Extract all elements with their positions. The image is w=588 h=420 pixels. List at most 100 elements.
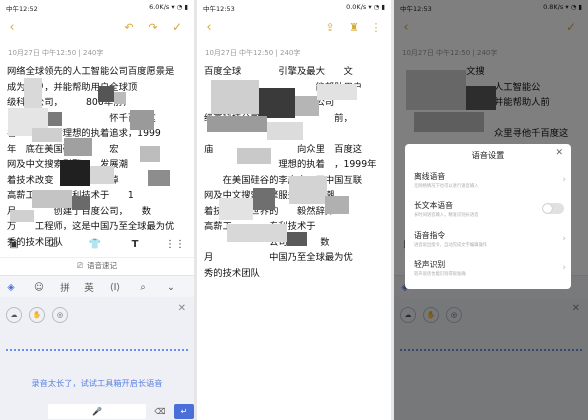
redaction-mosaic <box>24 78 42 108</box>
cloud-icon[interactable]: ☁ <box>6 307 22 323</box>
long-text-toggle[interactable] <box>542 203 564 214</box>
redaction-mosaic <box>259 88 295 118</box>
editor-toolbar: ‹ ↶ ↷ ✓ <box>0 14 194 42</box>
redaction-mosaic <box>32 128 62 142</box>
option-desc: 轻声说话也能识别得很准确 <box>414 272 466 277</box>
voice-wave-icon[interactable]: ⋮⋮ <box>165 236 185 252</box>
screen-note-editor-voice: 中午12:52 6.0K/s ▾ ◔ ▮ ‹ ↶ ↷ ✓ 10月27日 中午12… <box>0 0 194 420</box>
option-offline-voice[interactable]: 离线语音 无网络情况下也可以进行语音输入 › <box>414 171 566 197</box>
note-date: 10月27日 中午12:50 | 240字 <box>8 49 104 57</box>
back-icon[interactable]: ‹ <box>203 20 215 35</box>
option-desc: 长时间语音输入，精准识别长语音 <box>414 213 479 218</box>
screen-note-converted: 中午12:53 0.0K/s ▾ ◔ ▮ ‹ ⇪ ♜ ⋮ 10月27日 中午12… <box>197 0 391 420</box>
note-line: 万 工程师，这是中国乃至全球最为优 <box>7 221 175 232</box>
cursor-move-icon[interactable]: ⟨I⟩ <box>106 279 124 295</box>
image-icon[interactable]: ▣ <box>5 236 23 252</box>
redaction-mosaic <box>287 232 307 246</box>
ime-toolbar: ◈ ☺ 拼 英 ⟨I⟩ ⌕ ⌄ <box>0 275 194 297</box>
redaction-mosaic <box>148 170 170 186</box>
note-line: 庙 向众里 百度这 <box>204 143 363 155</box>
redaction-mosaic <box>64 138 92 156</box>
redaction-mosaic <box>48 112 62 126</box>
status-network: 6.0K/s ▾ ◔ ▮ <box>149 3 188 11</box>
option-title: 轻声识别 <box>414 260 446 269</box>
format-toolbar: ▣ ☑ 👕 T ⋮⋮ <box>0 236 194 252</box>
redaction-mosaic <box>207 116 267 132</box>
voice-note-tag[interactable]: ⎚ 语音速记 <box>0 257 194 271</box>
undo-icon[interactable]: ↶ <box>122 20 136 34</box>
voice-settings-dialog: 语音设置 ✕ 离线语音 无网络情况下也可以进行语音输入 › 长文本语音 长时间语… <box>405 144 571 289</box>
note-line: 年 底在美国硅谷 宏 <box>7 143 119 155</box>
back-icon[interactable]: ‹ <box>6 20 18 35</box>
note-line: 月 中国乃至全球最为优 <box>204 252 353 263</box>
search-icon[interactable]: ⌕ <box>134 279 152 295</box>
keyboard-bottom-row: 🎤 ⌫ ↵ <box>0 403 194 420</box>
voice-waveform <box>6 349 188 351</box>
ime-english-key[interactable]: 英 <box>80 279 98 295</box>
voice-keyboard: ☁ ✋ ◎ ✕ 录音太长了，试试工具箱开启长语音 🎤 ⌫ ↵ <box>0 297 194 420</box>
status-bar: 中午12:52 6.0K/s ▾ ◔ ▮ <box>0 0 194 13</box>
share-icon[interactable]: ⇪ <box>323 20 337 34</box>
skin-shirt-icon[interactable]: 👕 <box>86 236 104 252</box>
redaction-mosaic <box>60 160 90 186</box>
option-desc: 语音说出指令，自动完成文字编辑操作 <box>414 243 488 248</box>
toggle-knob <box>543 204 552 213</box>
note-line: 百度全球 引擎及最大 文 <box>204 66 353 77</box>
note-line: 秀的技术团队 <box>204 267 260 279</box>
collapse-keyboard-icon[interactable]: ⌄ <box>162 279 180 295</box>
chevron-right-icon: › <box>562 234 566 244</box>
option-long-text-voice[interactable]: 长文本语音 长时间语音输入，精准识别长语音 <box>414 200 564 226</box>
voice-tip: 录音太长了，试试工具箱开启长语音 <box>31 378 163 388</box>
chevron-right-icon: › <box>562 175 566 185</box>
redo-icon[interactable]: ↷ <box>146 20 160 34</box>
redaction-mosaic <box>114 92 126 104</box>
emoji-icon[interactable]: ☺ <box>30 279 48 295</box>
redaction-mosaic <box>219 198 253 220</box>
more-icon[interactable]: ⋮ <box>369 20 383 34</box>
redaction-mosaic <box>267 122 303 140</box>
redaction-mosaic <box>289 176 327 204</box>
screen-voice-settings: 中午12:53 0.8K/s ▾ ◔ ▮ ‹ ✓ 10月27日 中午12:50 … <box>394 0 588 420</box>
redaction-mosaic <box>325 196 349 214</box>
redaction-mosaic <box>10 210 34 222</box>
voice-tools: ☁ ✋ ◎ <box>6 307 68 323</box>
note-date: 10月27日 中午12:50 | 240字 <box>205 49 301 57</box>
language-icon[interactable]: ◎ <box>52 307 68 323</box>
chevron-right-icon: › <box>562 263 566 273</box>
option-whisper-recognition[interactable]: 轻声识别 轻声说话也能识别得很准确 › <box>414 259 566 285</box>
status-time: 中午12:53 <box>203 5 235 13</box>
redaction-mosaic <box>32 190 72 208</box>
note-line: 理想的执着 ，1999年 <box>204 159 377 170</box>
option-title: 离线语音 <box>414 172 446 181</box>
editor-toolbar: ‹ ⇪ ♜ ⋮ <box>197 14 391 42</box>
status-network: 0.0K/s ▾ ◔ ▮ <box>346 3 385 11</box>
redaction-mosaic <box>317 84 357 100</box>
mic-key[interactable]: 🎤 <box>48 404 146 419</box>
redaction-mosaic <box>140 146 160 162</box>
option-title: 语音指令 <box>414 231 446 240</box>
checklist-icon[interactable]: ☑ <box>44 236 62 252</box>
redaction-mosaic <box>237 148 271 164</box>
redaction-mosaic <box>72 196 90 210</box>
close-icon[interactable]: ✕ <box>178 303 186 314</box>
text-format-icon[interactable]: T <box>126 236 144 252</box>
delete-key[interactable]: ⌫ <box>148 404 172 419</box>
option-voice-command[interactable]: 语音指令 语音说出指令，自动完成文字编辑操作 › <box>414 230 566 256</box>
dialog-title: 语音设置 <box>471 150 505 160</box>
enter-key[interactable]: ↵ <box>174 404 194 419</box>
redaction-mosaic <box>98 86 114 102</box>
done-check-icon[interactable]: ✓ <box>170 20 184 34</box>
status-bar: 中午12:53 0.0K/s ▾ ◔ ▮ <box>197 0 391 13</box>
redaction-mosaic <box>253 188 275 210</box>
redaction-mosaic <box>90 166 114 184</box>
ime-logo-icon[interactable]: ◈ <box>2 279 20 295</box>
status-time: 中午12:52 <box>6 5 38 13</box>
skin-shirt-icon[interactable]: ♜ <box>347 20 361 34</box>
option-desc: 无网络情况下也可以进行语音输入 <box>414 184 479 189</box>
redaction-mosaic <box>211 80 259 114</box>
close-icon[interactable]: ✕ <box>555 148 563 158</box>
ime-pinyin-key[interactable]: 拼 <box>56 279 74 295</box>
redaction-mosaic <box>227 224 287 242</box>
mic-icon: ⎚ <box>77 261 83 270</box>
hand-icon[interactable]: ✋ <box>29 307 45 323</box>
